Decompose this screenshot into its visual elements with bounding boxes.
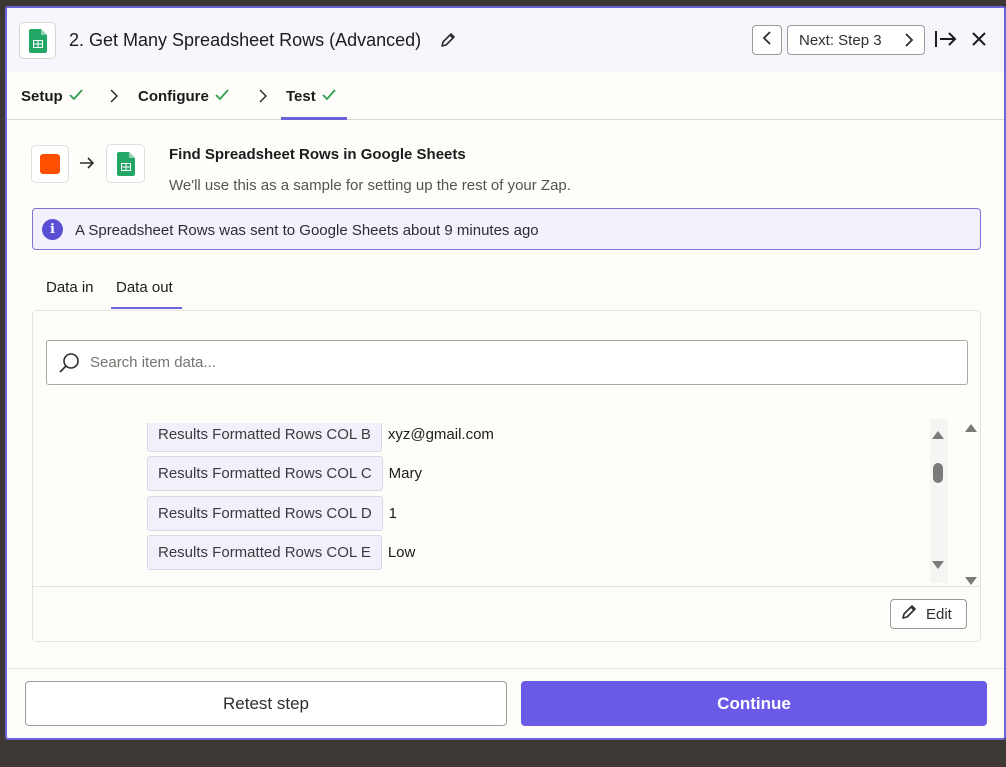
list-item: Results Formatted Rows COL C Mary — [147, 456, 422, 491]
tab-label: Configure — [138, 88, 209, 105]
scrollbar-thumb[interactable] — [933, 463, 943, 483]
field-value: 1 — [388, 505, 398, 522]
pencil-icon — [901, 604, 917, 624]
retest-step-button[interactable]: Retest step — [25, 681, 507, 726]
check-icon — [322, 88, 336, 105]
tab-data-in[interactable]: Data in — [46, 279, 94, 296]
chevron-right-icon — [110, 89, 119, 108]
triangle-down-icon[interactable] — [964, 573, 978, 591]
check-icon — [215, 88, 229, 105]
tab-setup[interactable]: Setup — [21, 88, 83, 105]
search-input[interactable] — [90, 341, 950, 384]
info-banner-text: A Spreadsheet Rows was sent to Google Sh… — [75, 222, 539, 239]
edit-button[interactable]: Edit — [890, 599, 967, 629]
search-field[interactable] — [46, 340, 968, 385]
info-icon: i — [42, 219, 63, 240]
tab-label: Setup — [21, 88, 63, 105]
field-value: Low — [387, 544, 416, 561]
step-title: 2. Get Many Spreadsheet Rows (Advanced) — [69, 30, 422, 50]
next-step-button[interactable]: Next: Step 3 — [787, 25, 925, 55]
active-data-tab-indicator — [111, 307, 182, 309]
check-icon — [69, 88, 83, 105]
tab-data-out[interactable]: Data out — [116, 279, 173, 296]
triangle-up-icon[interactable] — [931, 427, 945, 445]
data-out-panel: Results Formatted Rows COL B xyz@gmail.c… — [32, 310, 981, 642]
previous-step-button[interactable] — [752, 25, 782, 55]
field-value: xyz@gmail.com — [387, 426, 494, 443]
search-icon — [58, 352, 80, 379]
google-sheets-icon — [106, 144, 145, 183]
step-tabs: Setup Configure Test — [7, 72, 1004, 120]
field-key[interactable]: Results Formatted Rows COL C — [147, 456, 383, 491]
chevron-right-icon — [259, 89, 268, 108]
chevron-left-icon — [762, 30, 772, 50]
field-value: Mary — [388, 465, 423, 482]
pencil-icon[interactable] — [440, 32, 456, 53]
edit-label: Edit — [926, 605, 952, 623]
field-key[interactable]: Results Formatted Rows COL E — [147, 535, 382, 570]
divider — [33, 586, 980, 587]
arrow-right-icon — [79, 156, 95, 175]
divider — [7, 668, 1004, 669]
chevron-right-icon — [904, 33, 914, 51]
active-tab-indicator — [281, 117, 347, 120]
triangle-down-icon[interactable] — [931, 557, 945, 575]
data-rows-list: Results Formatted Rows COL B xyz@gmail.c… — [33, 423, 933, 585]
action-subtitle: We'll use this as a sample for setting u… — [169, 177, 571, 194]
list-item: Results Formatted Rows COL E Low — [147, 535, 415, 570]
list-item: Results Formatted Rows COL D 1 — [147, 496, 397, 531]
continue-button[interactable]: Continue — [521, 681, 987, 726]
outer-scrollbar[interactable] — [961, 415, 979, 585]
tab-test[interactable]: Test — [286, 88, 336, 105]
action-title: Find Spreadsheet Rows in Google Sheets — [169, 146, 466, 163]
collapse-panel-icon[interactable] — [934, 29, 958, 54]
google-sheets-icon — [19, 22, 56, 59]
triangle-up-icon[interactable] — [964, 420, 978, 438]
info-banner: i A Spreadsheet Rows was sent to Google … — [32, 208, 981, 250]
tab-label: Test — [286, 88, 316, 105]
next-step-label: Next: Step 3 — [799, 31, 882, 49]
inner-scrollbar[interactable] — [928, 419, 950, 583]
close-icon[interactable] — [971, 31, 987, 52]
panel-header: 2. Get Many Spreadsheet Rows (Advanced) … — [7, 8, 1004, 72]
field-key[interactable]: Results Formatted Rows COL B — [147, 423, 382, 452]
field-key[interactable]: Results Formatted Rows COL D — [147, 496, 383, 531]
zapier-trigger-icon — [31, 145, 69, 183]
list-item: Results Formatted Rows COL B xyz@gmail.c… — [147, 423, 494, 452]
tab-configure[interactable]: Configure — [138, 88, 229, 105]
step-panel: 2. Get Many Spreadsheet Rows (Advanced) … — [5, 6, 1006, 740]
